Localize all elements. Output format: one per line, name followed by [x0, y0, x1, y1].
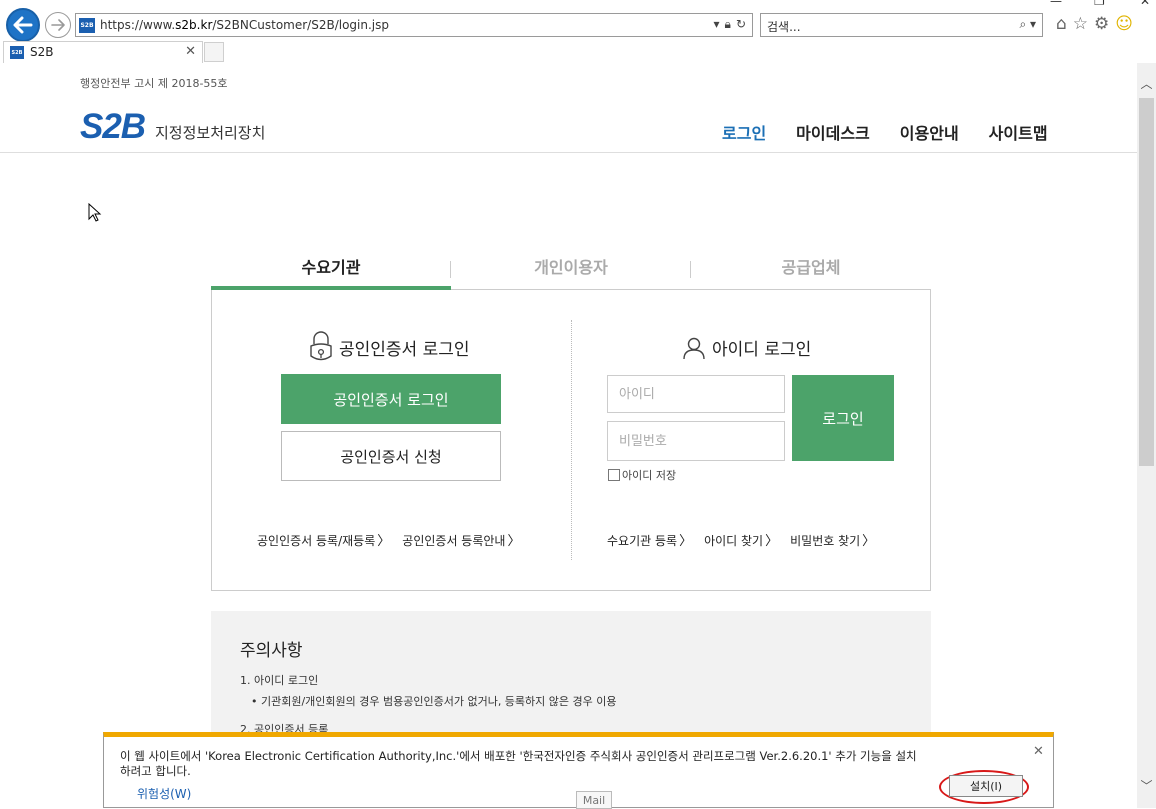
site-favicon-icon: S2B [79, 18, 95, 33]
save-id-label: 아이디 저장 [622, 469, 677, 482]
id-field-wrapper [607, 375, 785, 413]
tab-close-icon[interactable]: ✕ [185, 44, 196, 59]
caution-item-detail: • 기관회원/개인회원의 경우 범용공인인증서가 없거나, 등록하지 않은 경우… [251, 695, 617, 708]
tab-supplier[interactable]: 공급업체 [691, 254, 931, 278]
arrow-left-icon [13, 16, 33, 34]
nav-login[interactable]: 로그인 [722, 120, 766, 144]
cert-links: 공인인증서 등록/재등록 〉 공인인증서 등록안내 〉 [257, 530, 520, 549]
login-panel: 공인인증서 로그인 아이디 로그인 공인인증서 로그인 공인인증서 신청 로그인… [211, 290, 931, 591]
mail-tooltip: Mail [576, 791, 612, 809]
tab-demand-agency[interactable]: 수요기관 [211, 254, 451, 278]
cert-guide-link-label: 공인인증서 등록안내 [402, 534, 506, 548]
panel-divider [571, 320, 572, 560]
window-controls: — ❐ ✕ [1016, 0, 1156, 8]
favorites-star-icon[interactable]: ☆ [1073, 14, 1088, 34]
toolbar-icons: ⌂ ☆ ⚙ ☺ [1056, 14, 1133, 34]
page-scrollbar[interactable]: ︿ ﹀ [1137, 63, 1156, 808]
gov-notice-text: 행정안전부 고시 제 2018-55호 [80, 77, 228, 90]
cert-register-link-label: 공인인증서 등록/재등록 [257, 534, 376, 548]
find-id-link[interactable]: 아이디 찾기 〉 [704, 530, 778, 549]
logo-subtitle: 지정정보처리장치 [155, 124, 266, 142]
cert-apply-button[interactable]: 공인인증서 신청 [281, 431, 501, 481]
addon-install-notification: 이 웹 사이트에서 'Korea Electronic Certificatio… [103, 732, 1054, 809]
close-notification-icon[interactable]: ✕ [1033, 744, 1044, 759]
refresh-icon[interactable]: ↻ [736, 17, 746, 32]
notification-message: 이 웹 사이트에서 'Korea Electronic Certificatio… [120, 749, 917, 778]
tab-title: S2B [30, 45, 54, 59]
risk-link[interactable]: 위험성(W) [137, 785, 191, 802]
search-input[interactable]: 검색... [767, 18, 801, 35]
user-id-input[interactable] [608, 376, 784, 412]
chevron-right-icon: 〉 [862, 534, 876, 549]
id-login-title: 아이디 로그인 [712, 340, 812, 360]
id-login-heading: 아이디 로그인 [682, 335, 811, 360]
address-icons: ▾ 🔒︎ ↻ [714, 17, 746, 32]
pw-field-wrapper [607, 421, 785, 461]
scroll-up-arrow-icon[interactable]: ︿ [1137, 75, 1156, 92]
address-bar[interactable]: S2B https://www.s2b.kr/S2BNCustomer/S2B/… [75, 13, 753, 37]
restore-icon[interactable]: ❐ [1094, 0, 1105, 8]
caution-title: 주의사항 [240, 641, 303, 661]
search-icon[interactable]: ⌕ ▾ [1019, 17, 1036, 32]
caution-item: 1. 아이디 로그인 [240, 674, 319, 687]
mouse-cursor-icon [88, 203, 102, 222]
s2b-logo[interactable]: S2B [80, 107, 146, 147]
save-id-option[interactable]: 아이디 저장 [608, 467, 676, 483]
url-path: /S2BNCustomer/S2B/login.jsp [212, 18, 389, 32]
url-prefix: https://www. [100, 18, 176, 32]
browser-chrome: — ❐ ✕ S2B https://www.s2b.kr/S2BNCustome… [0, 0, 1156, 63]
forward-button[interactable] [45, 12, 71, 38]
nav-guide[interactable]: 이용안내 [900, 120, 959, 144]
chevron-right-icon: 〉 [377, 534, 391, 549]
find-id-link-label: 아이디 찾기 [704, 534, 764, 548]
new-tab-button[interactable] [204, 42, 224, 62]
browser-tab[interactable]: S2B S2B ✕ [3, 41, 203, 63]
find-password-link-label: 비밀번호 찾기 [790, 534, 861, 548]
agency-register-link[interactable]: 수요기관 등록 〉 [607, 530, 692, 549]
minimize-icon[interactable]: — [1050, 0, 1062, 8]
main-nav: 로그인 마이데스크 이용안내 사이트맵 [722, 120, 1048, 144]
agency-register-link-label: 수요기관 등록 [607, 534, 678, 548]
cert-login-heading: 공인인증서 로그인 [309, 330, 470, 364]
home-icon[interactable]: ⌂ [1056, 14, 1067, 34]
scroll-down-arrow-icon[interactable]: ﹀ [1137, 777, 1156, 794]
arrow-right-icon [51, 19, 65, 31]
nav-sitemap[interactable]: 사이트맵 [989, 120, 1048, 144]
cert-login-title: 공인인증서 로그인 [339, 339, 470, 360]
save-id-checkbox[interactable] [608, 469, 620, 481]
tab-favicon-icon: S2B [10, 46, 24, 59]
lock-icon[interactable]: 🔒︎ [725, 17, 731, 32]
chevron-right-icon: 〉 [507, 534, 521, 549]
back-button[interactable] [6, 8, 40, 42]
url-host: s2b.kr [175, 18, 213, 32]
cert-login-button[interactable]: 공인인증서 로그인 [281, 374, 501, 424]
dropdown-icon[interactable]: ▾ [714, 17, 720, 32]
chevron-right-icon: 〉 [765, 534, 779, 549]
gear-icon[interactable]: ⚙ [1094, 14, 1109, 34]
id-links: 수요기관 등록 〉 아이디 찾기 〉 비밀번호 찾기 〉 [607, 530, 875, 549]
id-login-button[interactable]: 로그인 [792, 375, 894, 461]
url-text[interactable]: https://www.s2b.kr/S2BNCustomer/S2B/logi… [100, 18, 389, 32]
scroll-thumb[interactable] [1139, 98, 1154, 466]
find-password-link[interactable]: 비밀번호 찾기 〉 [790, 530, 875, 549]
nav-mydesk[interactable]: 마이데스크 [796, 120, 870, 144]
close-window-icon[interactable]: ✕ [1140, 0, 1150, 8]
cert-guide-link[interactable]: 공인인증서 등록안내 〉 [402, 530, 520, 549]
header-divider [0, 152, 1137, 153]
user-icon [683, 337, 705, 359]
search-box[interactable]: 검색... ⌕ ▾ [760, 13, 1043, 37]
smiley-feedback-icon[interactable]: ☺ [1115, 14, 1133, 34]
tab-personal-user[interactable]: 개인이용자 [451, 254, 691, 278]
password-input[interactable] [608, 422, 784, 460]
padlock-icon [310, 331, 332, 361]
page-content: 행정안전부 고시 제 2018-55호 S2B 지정정보처리장치 로그인 마이데… [0, 63, 1137, 808]
chevron-right-icon: 〉 [679, 534, 693, 549]
cert-register-link[interactable]: 공인인증서 등록/재등록 〉 [257, 530, 390, 549]
install-button[interactable]: 설치(I) [949, 775, 1023, 797]
